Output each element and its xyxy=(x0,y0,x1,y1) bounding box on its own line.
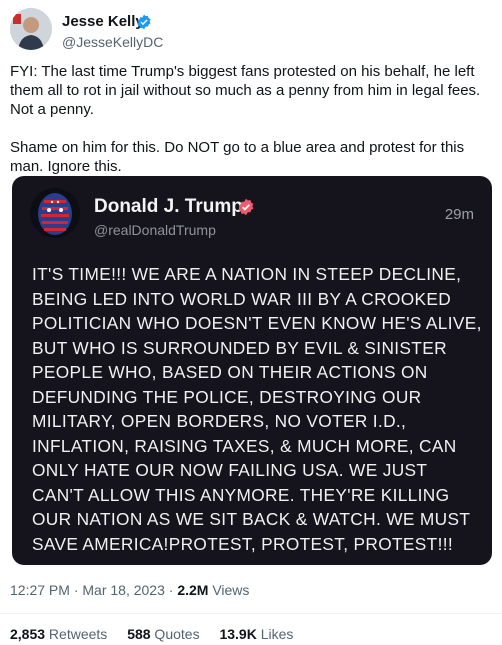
author-name[interactable]: Jesse Kelly xyxy=(62,13,144,30)
quotes-count: 588 xyxy=(127,626,151,642)
quoted-post-card[interactable]: Donald J. Trump @realDonaldTrump 29m IT'… xyxy=(12,176,492,565)
tweet-meta: 12:27 PM · Mar 18, 2023 · 2.2M Views xyxy=(10,582,249,598)
likes-label: Likes xyxy=(256,626,294,642)
author-handle[interactable]: @JesseKellyDC xyxy=(62,34,163,50)
verified-badge-icon xyxy=(238,198,254,216)
tweet-timestamp[interactable]: 12:27 PM · Mar 18, 2023 · xyxy=(10,582,177,598)
retweets-stat[interactable]: 2,853 Retweets xyxy=(10,626,107,642)
likes-count: 13.9K xyxy=(219,626,257,642)
quotes-stat[interactable]: 588 Quotes xyxy=(127,626,199,642)
divider xyxy=(0,613,502,614)
tweet-header: Jesse Kelly @JesseKellyDC xyxy=(10,6,490,52)
likes-stat[interactable]: 13.9K Likes xyxy=(219,626,293,642)
flag-face-avatar-icon xyxy=(30,188,80,238)
quoted-author-name[interactable]: Donald J. Trump xyxy=(94,196,243,218)
views-label: Views xyxy=(208,582,250,598)
quoted-post-body: IT'S TIME!!! WE ARE A NATION IN STEEP DE… xyxy=(32,264,482,554)
retweets-count: 2,853 xyxy=(10,626,46,642)
verified-badge-icon xyxy=(137,14,151,30)
quoted-author-handle[interactable]: @realDonaldTrump xyxy=(94,222,216,238)
quotes-label: Quotes xyxy=(150,626,200,642)
engagement-stats: 2,853 Retweets 588 Quotes 13.9K Likes xyxy=(10,626,309,642)
avatar-photo-icon xyxy=(10,8,52,50)
author-avatar[interactable] xyxy=(10,8,52,50)
quoted-author-avatar[interactable] xyxy=(30,188,80,238)
retweets-label: Retweets xyxy=(45,626,108,642)
quoted-post-time: 29m xyxy=(444,206,474,223)
views-count: 2.2M xyxy=(177,582,209,598)
tweet-text: FYI: The last time Trump's biggest fans … xyxy=(10,63,481,175)
